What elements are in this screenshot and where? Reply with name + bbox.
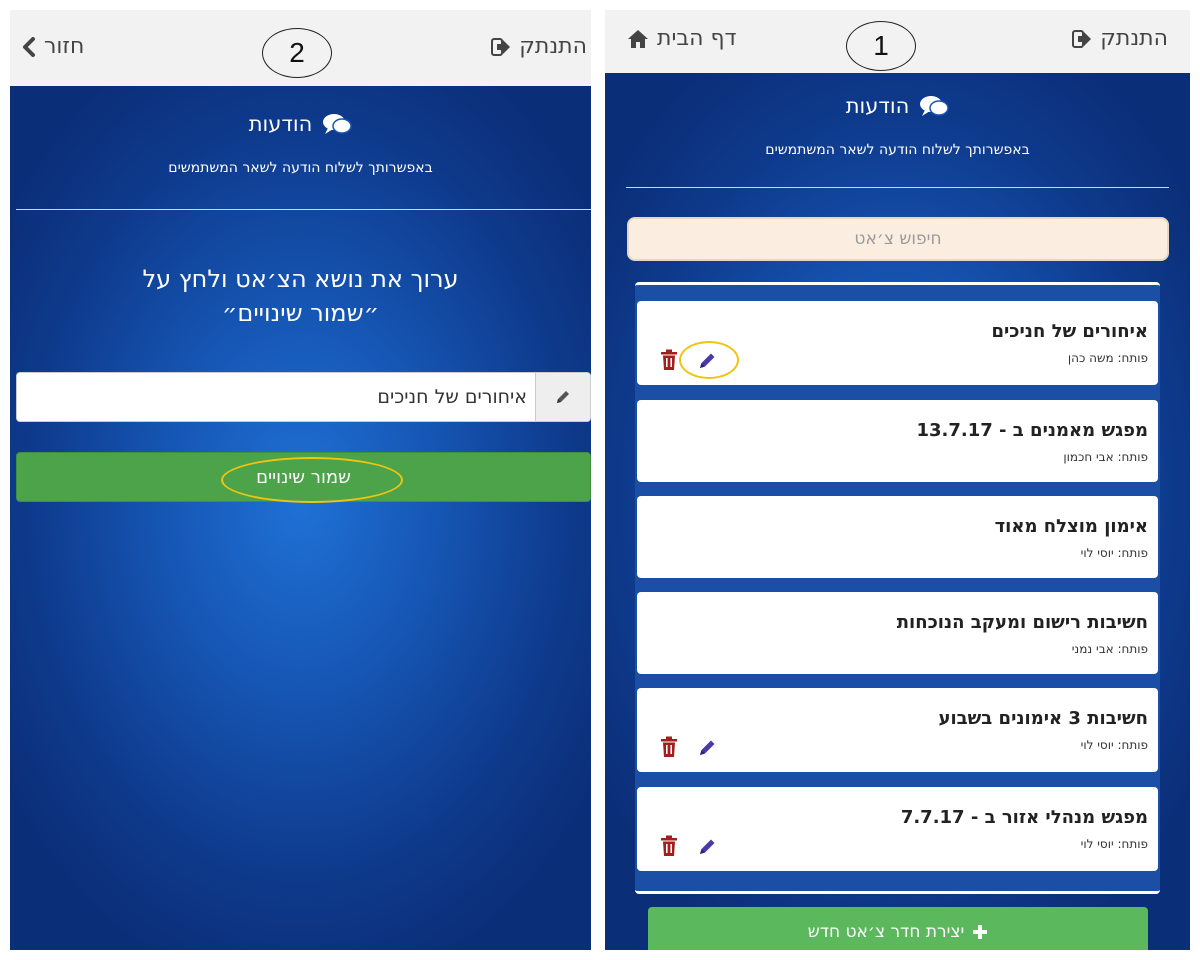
chat-card[interactable]: מפגש מנהלי אזור ב - 7.7.17 פותח: יוסי לו…	[637, 787, 1158, 871]
chat-opener: פותח: אבי נמני	[1071, 642, 1148, 656]
chat-list: איחורים של חניכים פותח: משה כהן מפגש מאמ…	[635, 282, 1160, 894]
logout-icon	[1072, 29, 1092, 48]
chat-opener: פותח: יוסי לוי	[1080, 837, 1148, 851]
chat-title: מפגש מאמנים ב - 13.7.17	[916, 420, 1148, 441]
chat-title: איחורים של חניכים	[991, 321, 1148, 342]
chat-list-screen: דף הבית 1 התנתק הודעות באפשרותך לשלוח הו…	[605, 10, 1190, 950]
chat-search-input[interactable]	[627, 217, 1169, 261]
logout-button[interactable]: התנתק	[1072, 26, 1168, 51]
chat-bubbles-icon	[920, 96, 950, 116]
chat-title: חשיבות 3 אימונים בשבוע	[938, 708, 1148, 729]
chat-actions	[659, 835, 717, 857]
instruction-line-2: ״שמור שינויים״	[221, 299, 380, 327]
chat-card[interactable]: חשיבות 3 אימונים בשבוע פותח: יוסי לוי	[637, 688, 1158, 772]
chat-actions	[659, 349, 717, 371]
messages-header: הודעות	[10, 112, 591, 136]
logout-label: התנתק	[519, 34, 587, 59]
new-chat-room-button[interactable]: יצירת חדר צ׳אט חדש	[648, 907, 1148, 950]
chat-card[interactable]: אימון מוצלח מאוד פותח: יוסי לוי	[637, 496, 1158, 578]
pencil-icon[interactable]	[697, 835, 717, 857]
home-label: דף הבית	[657, 26, 737, 51]
chat-actions	[659, 736, 717, 758]
chat-card[interactable]: מפגש מאמנים ב - 13.7.17 פותח: אבי חכמון	[637, 400, 1158, 482]
chat-title: חשיבות רישום ומעקב הנוכחות	[896, 612, 1148, 633]
messages-header: הודעות	[605, 94, 1190, 118]
step-number-badge: 1	[846, 21, 916, 71]
main-background	[10, 86, 591, 950]
back-button[interactable]: חזור	[22, 34, 84, 59]
save-changes-label: שמור שינויים	[256, 466, 351, 488]
messages-subtitle: באפשרותך לשלוח הודעה לשאר המשתמשים	[168, 160, 433, 176]
topic-input-group	[16, 372, 591, 422]
trash-icon[interactable]	[659, 835, 679, 857]
edit-chat-screen: חזור 2 התנתק הודעות באפשרותך לשלוח הודעה…	[10, 10, 591, 950]
messages-subtitle: באפשרותך לשלוח הודעה לשאר המשתמשים	[765, 142, 1030, 158]
new-chat-room-label: יצירת חדר צ׳אט חדש	[807, 922, 965, 942]
chat-title: אימון מוצלח מאוד	[994, 516, 1148, 537]
home-button[interactable]: דף הבית	[627, 26, 737, 51]
chat-opener: פותח: משה כהן	[1067, 351, 1148, 365]
back-label: חזור	[44, 34, 85, 59]
chat-card[interactable]: חשיבות רישום ומעקב הנוכחות פותח: אבי נמנ…	[637, 592, 1158, 674]
chat-bubbles-icon	[323, 114, 353, 134]
pencil-icon	[557, 391, 569, 403]
chat-opener: פותח: יוסי לוי	[1080, 738, 1148, 752]
chat-card[interactable]: איחורים של חניכים פותח: משה כהן	[637, 301, 1158, 385]
chat-topic-input[interactable]	[17, 373, 535, 421]
chevron-left-icon	[23, 36, 35, 57]
logout-button[interactable]: התנתק	[491, 34, 587, 59]
chat-title: מפגש מנהלי אזור ב - 7.7.17	[900, 807, 1148, 828]
pencil-icon[interactable]	[697, 736, 717, 758]
chat-opener: פותח: יוסי לוי	[1080, 546, 1148, 560]
chat-opener: פותח: אבי חכמון	[1063, 450, 1148, 464]
pencil-icon[interactable]	[697, 349, 717, 371]
logout-label: התנתק	[1100, 26, 1168, 51]
plus-icon	[973, 925, 988, 939]
header-divider	[16, 209, 591, 210]
step-number-badge: 2	[262, 28, 332, 78]
messages-title: הודעות	[845, 94, 910, 118]
save-changes-button[interactable]: שמור שינויים	[16, 452, 591, 502]
logout-icon	[491, 37, 511, 56]
trash-icon[interactable]	[659, 736, 679, 758]
instruction-line-1: ערוך את נושא הצ׳אט ולחץ על	[142, 265, 459, 293]
top-bar: חזור 2 התנתק	[10, 10, 591, 86]
header-divider	[626, 187, 1169, 188]
input-addon	[535, 373, 590, 421]
messages-title: הודעות	[248, 112, 313, 136]
home-icon	[628, 29, 648, 48]
edit-instruction: ערוך את נושא הצ׳אט ולחץ על ״שמור שינויים…	[10, 262, 591, 330]
trash-icon[interactable]	[659, 349, 679, 371]
